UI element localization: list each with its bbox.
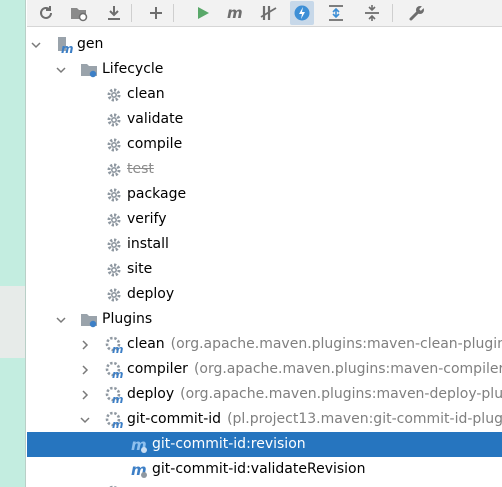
chevron-right-icon[interactable] [78,338,92,352]
gear-icon [105,86,123,104]
generate-sources-icon[interactable] [67,1,91,25]
svg-text:m: m [112,343,123,354]
lifecycle-phase-compile[interactable]: compile [27,132,502,157]
reload-icon[interactable] [34,1,58,25]
gutter-highlight [0,286,26,358]
svg-text:m: m [227,5,243,21]
maven-plugin-icon: m [105,386,123,404]
plugin-name: deploy [127,386,175,402]
plugin-name: git-commit-id [127,411,222,427]
gear-icon [105,186,123,204]
tree-label: install [127,236,169,252]
toolbar-separator [131,4,132,22]
collapse-all-icon[interactable] [360,1,384,25]
tree-label: clean [127,86,165,102]
plugin-text: compiler (org.apache.maven.plugins:maven-… [127,357,502,382]
lifecycle-phase-deploy[interactable]: deploy [27,282,502,307]
svg-text:m: m [61,42,73,54]
tree-label: Plugins [102,311,153,327]
add-icon[interactable] [144,1,168,25]
gear-icon [105,211,123,229]
tree-lifecycle[interactable]: Lifecycle [27,57,502,82]
maven-plugin-icon: m [105,411,123,429]
plugin-clean[interactable]: m clean (org.apache.maven.plugins:maven-c… [27,332,502,357]
plugin-git-commit-id[interactable]: m git-commit-id (pl.project13.maven:git-c… [27,407,502,432]
toolbar-separator [392,4,393,22]
chevron-down-icon[interactable] [54,63,68,77]
settings-wrench-icon[interactable] [405,1,429,25]
offline-mode-icon[interactable] [290,1,314,25]
maven-goal-icon: m [130,436,148,454]
maven-plugin-icon: m [105,361,123,379]
tree-label: git-commit-id:revision [152,436,306,452]
plugins-folder-icon [80,311,98,329]
chevron-right-icon[interactable] [78,363,92,377]
chevron-down-icon[interactable] [54,313,68,327]
chevron-right-icon[interactable] [78,388,92,402]
plugin-coordinates: (org.apache.maven.plugins:maven-compiler… [193,361,502,377]
goal-git-commit-id-validaterevision[interactable]: m git-commit-id:validateRevision [27,457,502,482]
lifecycle-phase-validate[interactable]: validate [27,107,502,132]
maven-project-tree: m gen Lifecycle clean validate compile t… [27,27,502,487]
expand-all-icon[interactable] [324,1,348,25]
plugin-text: git-commit-id (pl.project13.maven:git-com… [127,407,502,432]
goal-git-commit-id-revision[interactable]: m git-commit-id:revision [27,432,502,457]
tree-label: test [127,161,154,177]
lifecycle-folder-icon [80,61,98,79]
maven-module-icon: m [55,36,73,54]
tree-plugins[interactable]: Plugins [27,307,502,332]
gear-icon [105,111,123,129]
tree-label: deploy [127,286,175,302]
gear-icon [105,236,123,254]
maven-plugin-icon: m [105,336,123,354]
plugin-name: compiler [127,361,188,377]
tree-project-gen[interactable]: m gen [27,32,502,57]
tree-label: verify [127,211,167,227]
svg-text:m: m [112,393,123,404]
plugin-coordinates: (org.apache.maven.plugins:maven-deploy-p… [180,386,502,402]
editor-gutter-strip [0,0,26,487]
plugin-compiler[interactable]: m compiler (org.apache.maven.plugins:mave… [27,357,502,382]
tree-label: compile [127,136,183,152]
lifecycle-phase-test[interactable]: test [27,157,502,182]
maven-toolbar: m [27,0,502,27]
lifecycle-phase-verify[interactable]: verify [27,207,502,232]
plugin-text: deploy (org.apache.maven.plugins:maven-de… [127,382,502,407]
chevron-down-icon[interactable] [78,413,92,427]
lifecycle-phase-package[interactable]: package [27,182,502,207]
tree-label: Lifecycle [102,61,164,77]
tree-label: gen [77,36,104,52]
svg-text:m: m [112,418,123,429]
maven-goal-icon: m [130,461,148,479]
chevron-down-icon[interactable] [29,38,43,52]
gear-icon [105,261,123,279]
gear-icon [105,286,123,304]
plugin-coordinates: (org.apache.maven.plugins:maven-clean-pl… [170,336,502,352]
download-icon[interactable] [102,1,126,25]
plugin-deploy[interactable]: m deploy (org.apache.maven.plugins:maven-… [27,382,502,407]
lifecycle-phase-clean[interactable]: clean [27,82,502,107]
toggle-skip-tests-icon[interactable] [257,1,281,25]
gutter-divider [25,0,26,487]
tree-label: git-commit-id:validateRevision [152,461,366,477]
tree-row-partial [27,482,502,487]
plugin-coordinates: (pl.project13.maven:git-commit-id-plugin [227,411,502,427]
lifecycle-phase-site[interactable]: site [27,257,502,282]
tree-label: site [127,261,153,277]
run-icon[interactable] [191,1,215,25]
plugin-text: clean (org.apache.maven.plugins:maven-cle… [127,332,502,357]
tree-label: validate [127,111,184,127]
svg-text:m: m [112,368,123,379]
toolbar-separator [173,4,174,22]
tree-label: package [127,186,187,202]
gear-icon [105,161,123,179]
plugin-name: clean [127,336,165,352]
execute-goal-icon[interactable]: m [224,1,248,25]
lifecycle-phase-install[interactable]: install [27,232,502,257]
gear-icon [105,136,123,154]
